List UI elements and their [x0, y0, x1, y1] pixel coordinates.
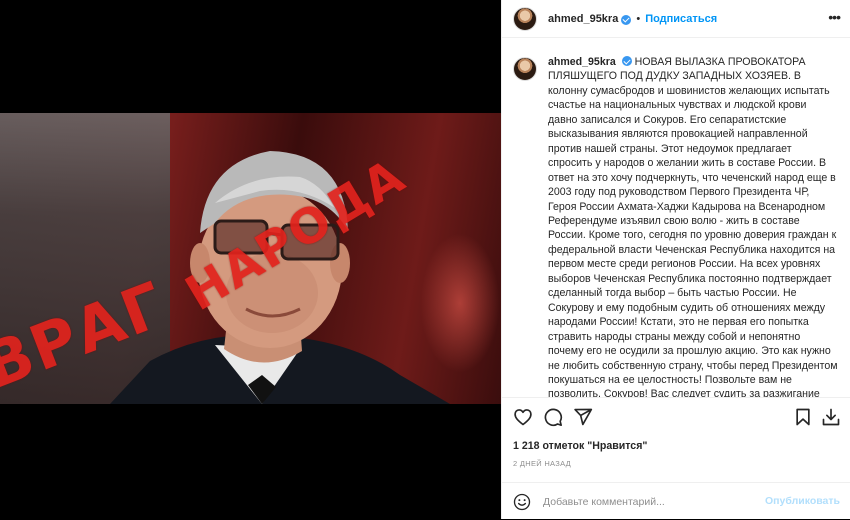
publish-button[interactable]: Опубликовать [765, 495, 840, 507]
heart-icon[interactable] [513, 407, 533, 427]
caption-verified-badge-icon [621, 56, 632, 66]
post-side-panel: ahmed_95kra • Подписаться ••• ahmed_95kr… [501, 0, 850, 519]
emoji-icon[interactable] [513, 493, 531, 511]
post-photo [0, 113, 501, 404]
comment-icon[interactable] [543, 407, 563, 427]
header-separator: • [636, 12, 641, 25]
comment-input[interactable] [543, 495, 753, 508]
author-username[interactable]: ahmed_95kra [548, 13, 618, 25]
post-media[interactable]: ВРАГ НАРОДА [0, 0, 501, 519]
share-icon[interactable] [573, 407, 593, 427]
action-icons [513, 407, 841, 429]
author-avatar[interactable] [513, 6, 537, 31]
verified-badge-icon [621, 14, 632, 25]
caption-row: ahmed_95kra НОВАЯ ВЫЛАЗКА ПРОВОКАТОРА ПЛ… [513, 55, 840, 397]
actions-area: 1 218 отметок "Нравится" 2 ДНЕЙ НАЗАД Оп… [502, 397, 850, 519]
download-icon[interactable] [821, 407, 841, 427]
follow-button[interactable]: Подписаться [645, 13, 717, 25]
likes-count[interactable]: 1 218 отметок "Нравится" [513, 440, 647, 452]
instagram-post: ВРАГ НАРОДА ahmed_95kra • Подписаться ••… [0, 0, 850, 519]
bookmark-icon[interactable] [793, 407, 813, 427]
more-horizontal-icon[interactable]: ••• [828, 10, 841, 24]
caption-avatar[interactable] [513, 57, 537, 81]
portrait-man-illustration [110, 151, 450, 404]
post-header: ahmed_95kra • Подписаться ••• [502, 0, 850, 38]
comment-box: Опубликовать [502, 482, 850, 520]
caption-body: НОВАЯ ВЫЛАЗКА ПРОВОКАТОРА ПЛЯШУЩЕГО ПОД … [548, 56, 838, 397]
caption-scroll-area[interactable]: ahmed_95kra НОВАЯ ВЫЛАЗКА ПРОВОКАТОРА ПЛ… [502, 39, 850, 397]
caption-username[interactable]: ahmed_95kra [548, 56, 616, 68]
post-timestamp[interactable]: 2 ДНЕЙ НАЗАД [513, 459, 571, 468]
caption-text-block: ahmed_95kra НОВАЯ ВЫЛАЗКА ПРОВОКАТОРА ПЛ… [548, 55, 838, 397]
